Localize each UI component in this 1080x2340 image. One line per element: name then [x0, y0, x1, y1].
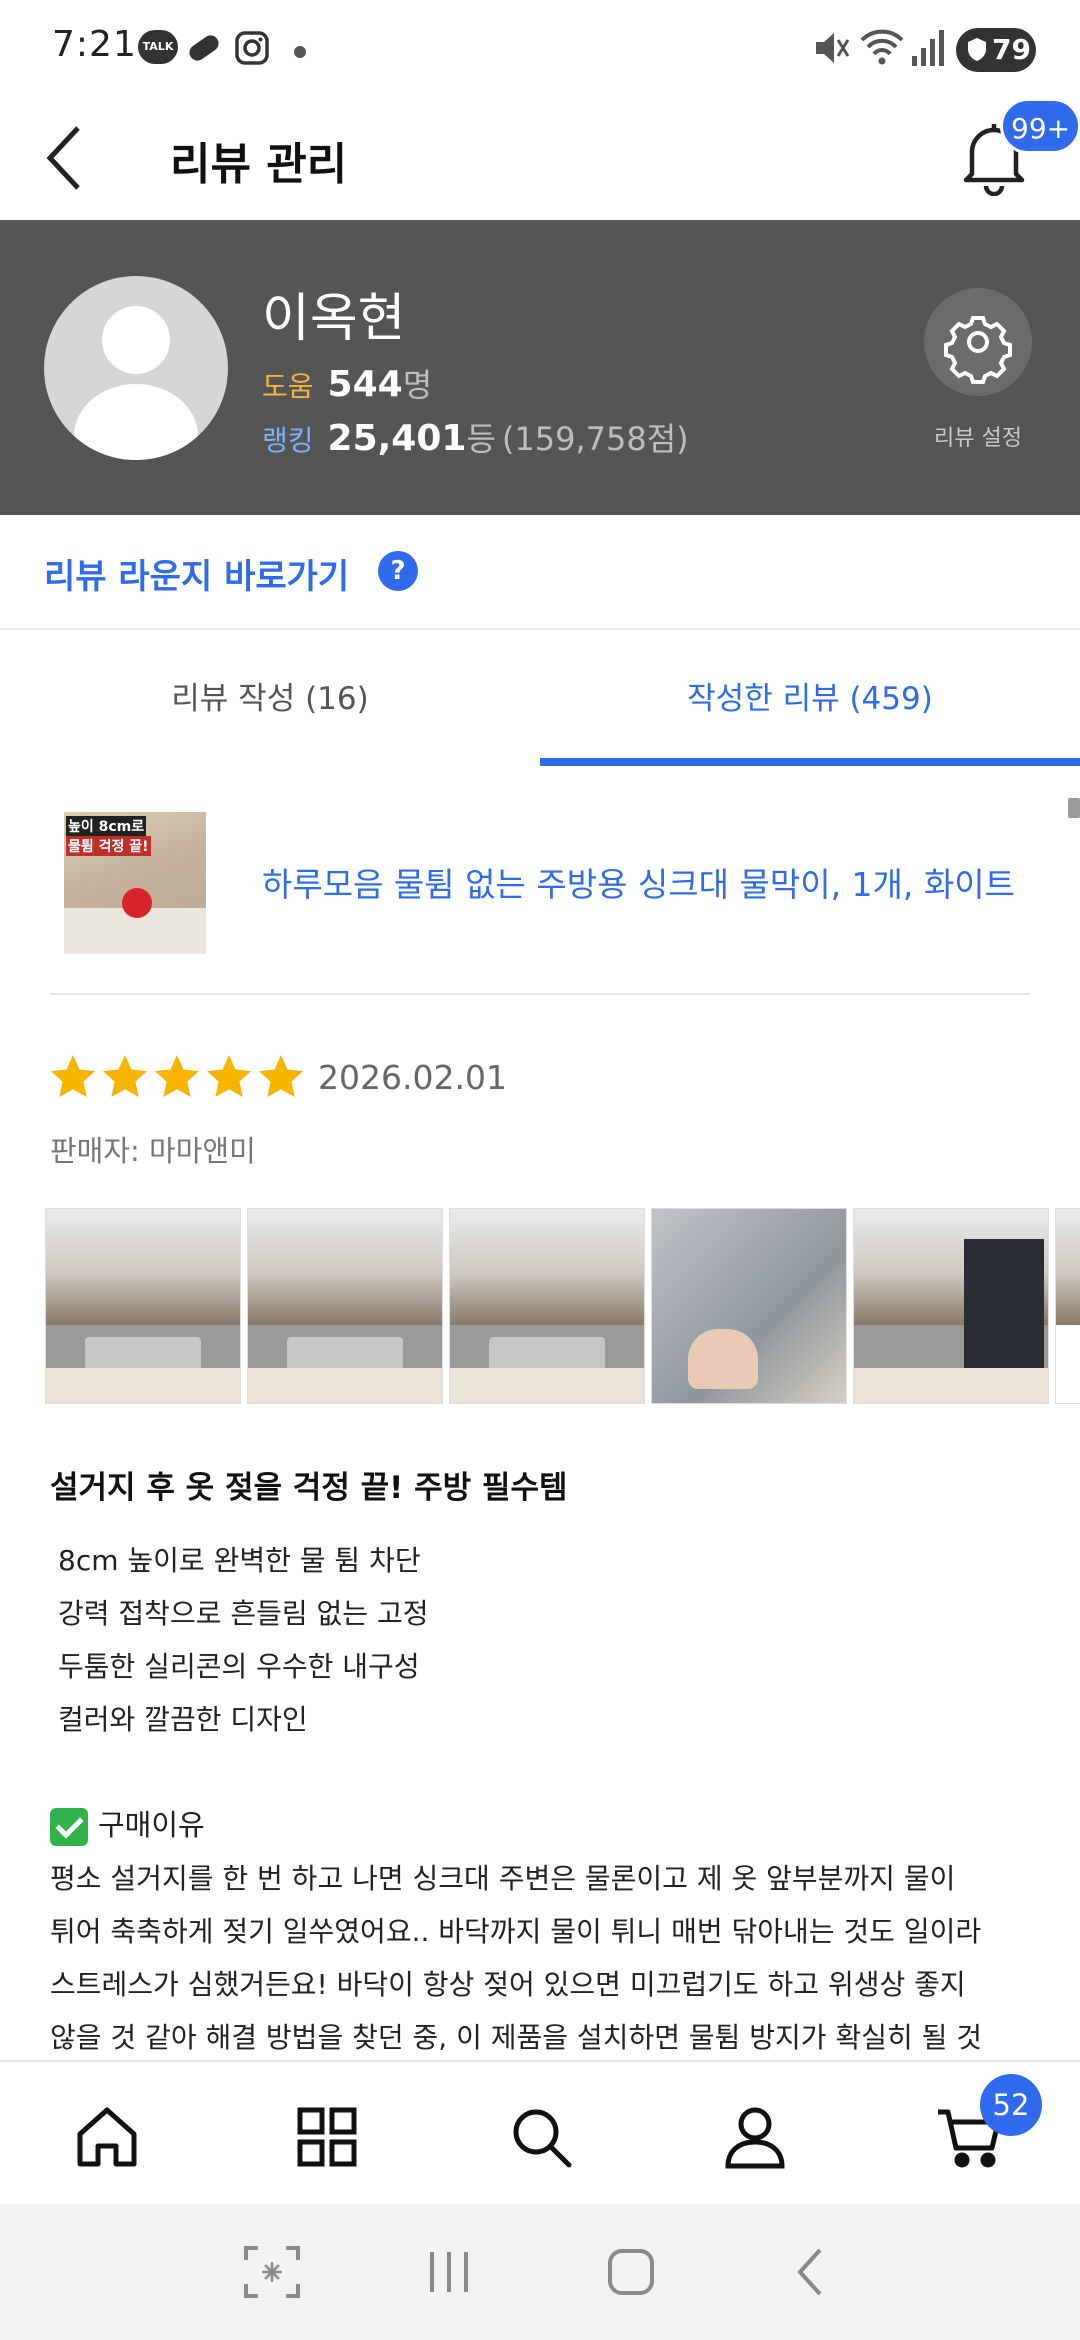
recent-apps-icon[interactable]	[424, 2244, 474, 2300]
product-title[interactable]: 하루모음 물튐 없는 주방용 싱크대 물막이, 1개, 화이트	[262, 858, 1015, 906]
person-placeholder-icon	[74, 306, 198, 460]
notification-dot-icon	[294, 46, 306, 58]
product-thumbnail[interactable]: 높이 8cm로 물튐 걱정 끝!	[64, 812, 206, 954]
help-unit: 명	[402, 366, 433, 404]
wifi-icon	[858, 26, 906, 74]
thumb-tag: 높이 8cm로	[66, 816, 147, 836]
star-rating	[48, 1052, 308, 1108]
review-text-line: 스트레스가 심했거든요! 바닥이 항상 젖어 있으면 미끄럽기도 하고 위생상 …	[50, 1968, 966, 2001]
highlight-item: 8cm 높이로 완벽한 물 튐 차단	[58, 1544, 421, 1577]
star-icon	[207, 1055, 251, 1097]
rank-stat: 랭킹 25,401등 (159,758점)	[262, 414, 689, 460]
cart-badge: 52	[980, 2074, 1042, 2136]
star-icon	[51, 1055, 95, 1097]
review-heading: 설거지 후 옷 젖을 걱정 끝! 주방 필수템	[50, 1470, 568, 1506]
battery-indicator: 79	[956, 28, 1036, 72]
help-value: 544	[327, 364, 403, 405]
pill-icon	[184, 30, 224, 70]
product-row[interactable]: 높이 8cm로 물튐 걱정 끝! 하루모음 물튐 없는 주방용 싱크대 물막이,…	[0, 766, 1080, 996]
review-text-line: 튀어 축축하게 젖기 일쑤였어요.. 바닥까지 물이 튀니 매번 닦아내는 것도…	[50, 1915, 982, 1948]
divider	[50, 993, 1030, 995]
search-icon[interactable]	[506, 2102, 576, 2172]
notification-badge: 99+	[1000, 98, 1080, 154]
review-text-line: 않을 것 같아 해결 방법을 찾던 중, 이 제품을 설치하면 물튐 방지가 확…	[50, 2021, 983, 2054]
highlight-item: 강력 접착으로 흔들림 없는 고정	[58, 1597, 429, 1630]
person-icon[interactable]	[720, 2102, 790, 2172]
avatar	[44, 276, 228, 460]
review-body: 평소 설거지를 한 번 하고 나면 싱크대 주변은 물론이고 제 옷 앞부분까지…	[50, 1852, 1040, 2064]
star-icon	[259, 1055, 303, 1097]
active-tab-indicator	[540, 758, 1080, 766]
help-icon[interactable]: ?	[378, 551, 418, 591]
reason-label: 구매이유	[98, 1808, 205, 1842]
page-title: 리뷰 관리	[170, 139, 348, 190]
review-photos	[45, 1208, 1080, 1404]
gear-icon	[944, 316, 1012, 384]
review-photo[interactable]	[853, 1208, 1049, 1404]
kakaotalk-icon: TALK	[138, 30, 178, 64]
purchase-reason-title: 구매이유	[50, 1802, 205, 1846]
rank-points: (159,758점)	[501, 420, 689, 458]
bottom-navigation: 52	[0, 2060, 1080, 2204]
profile-name: 이옥현	[262, 289, 406, 349]
check-icon	[50, 1808, 88, 1846]
system-navigation	[0, 2204, 1080, 2340]
shield-icon	[968, 38, 986, 61]
back-button[interactable]	[40, 120, 96, 196]
help-stat: 도움 544명	[262, 360, 432, 406]
review-lounge-link[interactable]: 리뷰 라운지 바로가기 ?	[0, 515, 1080, 630]
highlight-item: 컬러와 깔끔한 디자인	[58, 1703, 308, 1736]
home-button-icon[interactable]	[606, 2244, 656, 2300]
highlight-item: 두툼한 실리콘의 우수한 내구성	[58, 1650, 420, 1683]
seller-name: 판매자: 마마앤미	[50, 1134, 256, 1168]
instagram-icon	[234, 30, 270, 70]
mute-icon	[812, 26, 852, 74]
chevron-left-icon	[46, 126, 80, 190]
review-photo[interactable]	[651, 1208, 847, 1404]
review-photo[interactable]	[449, 1208, 645, 1404]
review-settings-button[interactable]	[924, 288, 1032, 396]
battery-level: 79	[992, 33, 1031, 66]
rank-value: 25,401	[327, 418, 467, 459]
screenshot-capture-icon[interactable]	[242, 2244, 302, 2300]
review-settings-label: 리뷰 설정	[934, 426, 1022, 451]
review-text-line: 평소 설거지를 한 번 하고 나면 싱크대 주변은 물론이고 제 옷 앞부분까지…	[50, 1862, 956, 1895]
signal-icon	[910, 26, 946, 74]
back-nav-icon[interactable]	[792, 2244, 832, 2300]
status-bar: 7:21 TALK 79	[0, 0, 1080, 98]
status-time: 7:21	[52, 24, 137, 65]
review-tabs: 리뷰 작성 (16) 작성한 리뷰 (459)	[0, 632, 1080, 766]
profile-card: 이옥현 도움 544명 랭킹 25,401등 (159,758점) 리뷰 설정	[0, 220, 1080, 515]
tab-written-reviews[interactable]: 작성한 리뷰 (459)	[540, 632, 1080, 766]
tab-write-review[interactable]: 리뷰 작성 (16)	[0, 632, 540, 766]
help-label: 도움	[262, 370, 314, 403]
grid-icon[interactable]	[292, 2102, 362, 2172]
review-photo[interactable]	[1055, 1208, 1080, 1404]
rank-label: 랭킹	[262, 424, 314, 457]
review-lounge-label[interactable]: 리뷰 라운지 바로가기	[44, 549, 349, 598]
scrollbar[interactable]	[1068, 798, 1080, 818]
review-photo[interactable]	[247, 1208, 443, 1404]
thumb-tag: 물튐 걱정 끝!	[66, 836, 151, 856]
home-icon[interactable]	[72, 2102, 142, 2172]
review-highlights: 8cm 높이로 완벽한 물 튐 차단 강력 접착으로 흔들림 없는 고정 두툼한…	[58, 1534, 428, 1746]
review-photo[interactable]	[45, 1208, 241, 1404]
app-header: 리뷰 관리 99+	[0, 98, 1080, 220]
star-icon	[155, 1055, 199, 1097]
star-icon	[103, 1055, 147, 1097]
review-date: 2026.02.01	[318, 1058, 507, 1097]
rank-unit: 등	[466, 420, 496, 458]
